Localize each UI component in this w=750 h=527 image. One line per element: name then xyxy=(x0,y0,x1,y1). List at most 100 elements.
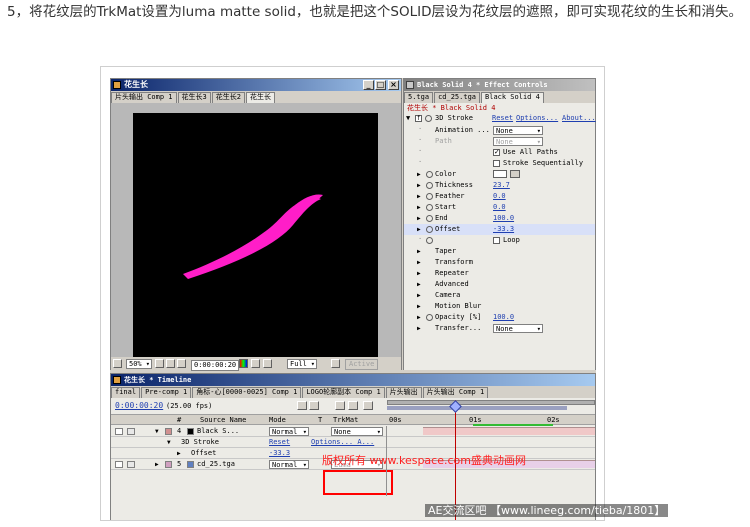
close-button[interactable]: × xyxy=(388,80,399,90)
layer-source-name[interactable]: Black S... xyxy=(197,427,239,436)
twirl-triangle-icon[interactable]: ▶ xyxy=(155,460,159,469)
resolution-select[interactable]: Full xyxy=(287,359,317,369)
motion-blur-icon[interactable] xyxy=(348,401,358,410)
tab-hua-3[interactable]: 花生长3 xyxy=(177,92,211,103)
tab-logo-outline[interactable]: LOGO轮廓副本 Comp 1 xyxy=(302,387,385,398)
comp-canvas[interactable] xyxy=(133,113,378,357)
stopwatch-icon[interactable] xyxy=(426,237,433,244)
layer-mode-select[interactable]: Normal xyxy=(269,427,309,436)
tab-title-output[interactable]: 片头输出 xyxy=(385,387,422,398)
layer-source-name[interactable]: 3D Stroke xyxy=(181,438,219,447)
graph-icon[interactable] xyxy=(363,401,373,410)
layer-source-name[interactable]: Offset xyxy=(191,449,216,458)
twirl-triangle-icon[interactable]: ▶ xyxy=(417,247,421,256)
tab-5-tga[interactable]: 5.tga xyxy=(404,92,434,103)
effect-prop-value[interactable]: -33.3 xyxy=(493,225,514,234)
fx-toggle-icon[interactable]: f xyxy=(415,115,422,122)
tab-hua[interactable]: 花生长 xyxy=(245,92,275,103)
twirl-triangle-icon[interactable]: ▶ xyxy=(417,225,421,234)
layer-source-name[interactable]: cd_25.tga xyxy=(197,460,235,469)
twirl-triangle-icon[interactable]: ▶ xyxy=(417,291,421,300)
expand-triangle-icon[interactable]: ▼ xyxy=(406,114,410,123)
twirl-triangle-icon[interactable]: ▶ xyxy=(417,170,421,179)
color-swatch[interactable] xyxy=(493,170,507,178)
layer-prop-value[interactable]: Reset xyxy=(269,438,290,447)
effect-prop-select[interactable]: None xyxy=(493,126,543,135)
twirl-triangle-icon[interactable]: ▼ xyxy=(167,438,171,447)
twirl-triangle-icon[interactable]: ▶ xyxy=(417,258,421,267)
transparency-icon[interactable] xyxy=(263,359,272,368)
channel-rgb-icon[interactable] xyxy=(239,359,248,368)
timeline-timecode[interactable]: 0:00:00:20 xyxy=(115,401,163,411)
tab-cd25-tga[interactable]: cd_25.tga xyxy=(434,92,481,103)
tab-pre-comp-1[interactable]: Pre-comp 1 xyxy=(141,387,192,398)
lock-icon[interactable] xyxy=(127,428,135,435)
tab-comp-1[interactable]: 片头输出 Comp 1 xyxy=(111,92,177,103)
twirl-triangle-icon[interactable]: ▶ xyxy=(417,203,421,212)
effect-prop-value[interactable]: 0.0 xyxy=(493,203,506,212)
effect-prop-select[interactable]: None xyxy=(493,137,543,146)
stopwatch-icon[interactable] xyxy=(426,215,433,222)
grid-icon[interactable] xyxy=(166,359,175,368)
effect-prop-checkbox[interactable] xyxy=(493,237,500,244)
stopwatch-icon[interactable] xyxy=(426,171,433,178)
twirl-triangle-icon[interactable]: ▶ xyxy=(417,181,421,190)
visibility-eye-icon[interactable] xyxy=(115,461,123,468)
stopwatch-icon[interactable] xyxy=(425,115,432,122)
twirl-triangle-icon[interactable]: ▶ xyxy=(417,192,421,201)
twirl-triangle-icon[interactable]: ▼ xyxy=(155,427,159,436)
layer-duration-bar[interactable] xyxy=(423,427,595,435)
stopwatch-icon[interactable] xyxy=(426,314,433,321)
tab-black-solid-4[interactable]: Black Solid 4 xyxy=(481,92,544,103)
twirl-triangle-icon[interactable]: ▶ xyxy=(417,269,421,278)
effect-prop-value[interactable]: 23.7 xyxy=(493,181,510,190)
effect-prop-checkbox[interactable]: ✓ xyxy=(493,149,500,156)
table-row[interactable]: ▼ 4 Black S... Normal None xyxy=(111,426,595,437)
twirl-triangle-icon[interactable]: ▶ xyxy=(417,214,421,223)
stopwatch-icon[interactable] xyxy=(426,204,433,211)
maximize-button[interactable]: □ xyxy=(375,80,386,90)
comp-timecode[interactable]: 0:00:00:20 xyxy=(191,360,240,371)
col-source-header[interactable]: Source Name xyxy=(200,416,246,425)
effect-reset-link[interactable]: Reset xyxy=(492,114,513,123)
layer-mode-select[interactable]: Normal xyxy=(269,460,309,469)
stopwatch-icon[interactable] xyxy=(426,226,433,233)
effect-options-link[interactable]: Options... xyxy=(516,114,558,123)
stopwatch-icon[interactable] xyxy=(426,193,433,200)
effect-prop-checkbox[interactable] xyxy=(493,160,500,167)
safe-zones-icon[interactable] xyxy=(155,359,164,368)
label-color-icon[interactable] xyxy=(165,428,172,435)
table-row[interactable]: ▼ 3D Stroke Reset Options... A... xyxy=(111,437,595,448)
effect-prop-select[interactable]: None xyxy=(493,324,543,333)
fast-preview-icon[interactable] xyxy=(331,359,340,368)
twirl-triangle-icon[interactable]: ▶ xyxy=(417,302,421,311)
tab-final[interactable]: final xyxy=(111,387,141,398)
tab-corner-heart[interactable]: 角标-心[0000-0025] Comp 1 xyxy=(192,387,302,398)
lock-icon[interactable] xyxy=(127,461,135,468)
time-navigator[interactable] xyxy=(387,406,567,410)
frame-blend-icon[interactable] xyxy=(335,401,345,410)
effect-about-link[interactable]: About... xyxy=(562,114,596,123)
zoom-select[interactable]: 50% xyxy=(126,359,152,369)
stopwatch-icon[interactable] xyxy=(426,182,433,189)
active-camera-select[interactable]: Active xyxy=(345,359,379,370)
tab-title-output-comp-1[interactable]: 片头输出 Comp 1 xyxy=(422,387,489,398)
work-area-bar[interactable] xyxy=(387,400,595,405)
comp-marker-icon[interactable] xyxy=(297,401,307,410)
twirl-triangle-icon[interactable]: ▶ xyxy=(177,449,181,458)
layer-trkmat-select[interactable]: None xyxy=(331,427,383,436)
shy-icon[interactable] xyxy=(309,401,319,410)
label-color-icon[interactable] xyxy=(165,461,172,468)
camera-icon[interactable] xyxy=(177,359,186,368)
effect-prop-value[interactable]: 100.0 xyxy=(493,214,514,223)
twirl-triangle-icon[interactable]: ▶ xyxy=(417,313,421,322)
visibility-eye-icon[interactable] xyxy=(115,428,123,435)
layer-prop-value[interactable]: -33.3 xyxy=(269,449,290,458)
minimize-button[interactable]: _ xyxy=(363,80,374,90)
effect-prop-value[interactable]: 0.0 xyxy=(493,192,506,201)
twirl-triangle-icon[interactable]: ▶ xyxy=(417,280,421,289)
eyedropper-icon[interactable] xyxy=(510,170,520,178)
twirl-triangle-icon[interactable]: ▶ xyxy=(417,324,421,333)
effect-prop-value[interactable]: 100.0 xyxy=(493,313,514,322)
snapshot-icon[interactable] xyxy=(113,359,122,368)
